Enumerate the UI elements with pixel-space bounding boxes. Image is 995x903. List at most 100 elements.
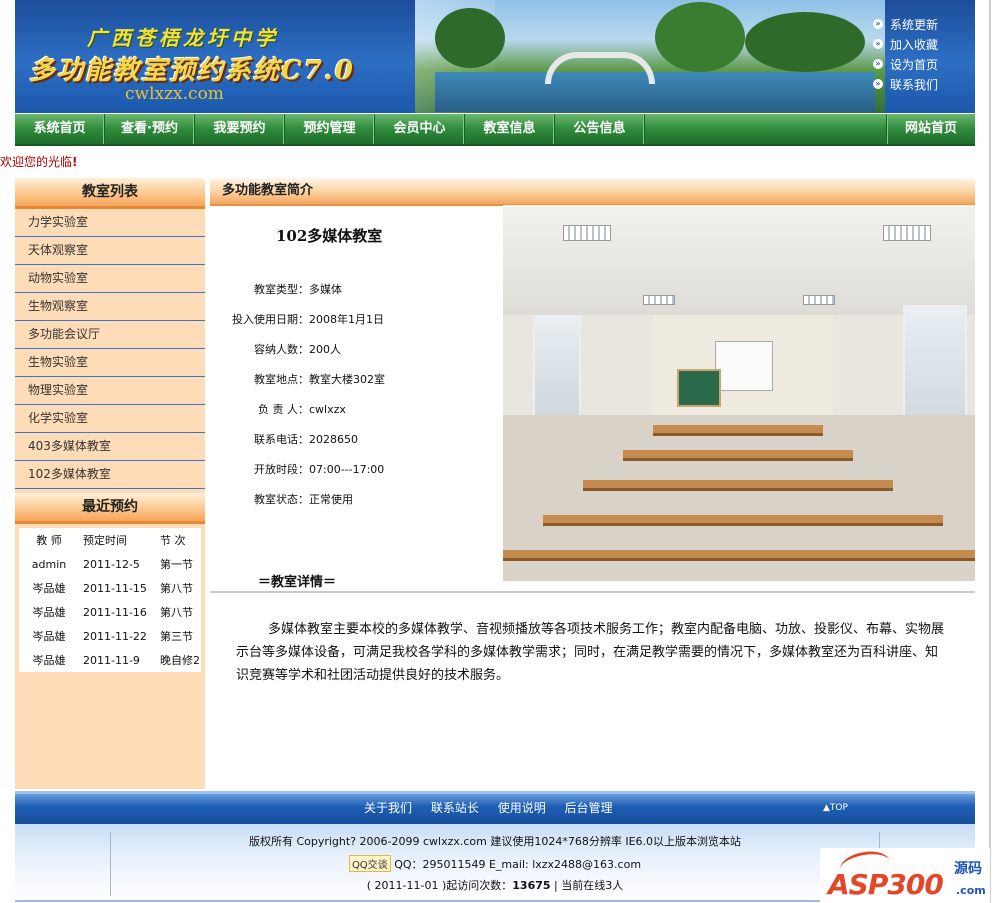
header-bridge [545, 52, 655, 84]
nav-item-room-info[interactable]: 教室信息 [465, 114, 555, 144]
footer-links: 关于我们 联系站长 使用说明 后台管理 [364, 794, 628, 822]
room-item[interactable]: 生物实验室 [15, 349, 205, 377]
watermark-cn: 源码 [954, 861, 982, 877]
nav-item-notices[interactable]: 公告信息 [555, 114, 645, 144]
room-item[interactable]: 生物观察室 [15, 293, 205, 321]
back-to-top-link[interactable]: ▲TOP [823, 794, 848, 822]
photo-desk [653, 425, 823, 436]
info-value: 2008年1月1日 [309, 313, 384, 326]
footer-link-admin[interactable]: 后台管理 [565, 801, 613, 815]
footer-links-bar: 关于我们 联系站长 使用说明 后台管理 ▲TOP [15, 791, 975, 824]
col-header: 节 次 [160, 534, 186, 547]
recent-bookings-header: 最近预约 [15, 493, 205, 524]
room-name: 102多媒体教室 [276, 227, 383, 245]
room-item[interactable]: 403多媒体教室 [15, 433, 205, 461]
footer-link-contact-admin[interactable]: 联系站长 [431, 801, 479, 815]
header-water [435, 72, 875, 112]
welcome-mark: ! [72, 155, 78, 169]
top-link-update[interactable]: » 系统更新 [873, 14, 973, 34]
booking-period: 晚自修2 [160, 654, 200, 667]
booking-period: 第一节 [160, 558, 193, 571]
arrow-circle-icon: » [873, 79, 883, 89]
top-link-label: 设为首页 [890, 57, 939, 72]
booking-date: 2011-12-5 [83, 557, 140, 571]
info-key: 联系电话： [254, 433, 309, 446]
info-row: 教室类型： 多媒体 [220, 280, 500, 310]
info-value: 教室大楼302室 [309, 373, 385, 386]
info-key: 教室地点： [254, 373, 309, 386]
tree-shape [435, 8, 505, 68]
booking-period: 第八节 [160, 606, 193, 619]
room-item[interactable]: 力学实验室 [15, 209, 205, 237]
table-row: 岑品雄 2011-11-15 第八节 [19, 576, 201, 600]
top-link-favorite[interactable]: » 加入收藏 [873, 34, 973, 54]
nav-item-booking-manage[interactable]: 预约管理 [285, 114, 375, 144]
table-row: 岑品雄 2011-11-22 第三节 [19, 624, 201, 648]
footer-link-help[interactable]: 使用说明 [498, 801, 546, 815]
welcome-text: 欢迎您的光临 [0, 155, 73, 169]
info-key: 负 责 人： [258, 403, 309, 416]
room-item[interactable]: 动物实验室 [15, 265, 205, 293]
top-link-homepage[interactable]: » 设为首页 [873, 54, 973, 74]
booking-teacher: 岑品雄 [32, 582, 66, 595]
info-value: 正常使用 [309, 493, 353, 506]
photo-light [643, 295, 675, 305]
arrow-circle-icon: » [873, 19, 883, 29]
photo-desk [583, 480, 893, 491]
top-link-label: 系统更新 [890, 17, 939, 32]
room-info-list: 教室类型： 多媒体 投入使用日期： 2008年1月1日 容纳人数： 200人 教室地点… [220, 280, 500, 520]
rooms-header: 教室列表 [15, 178, 205, 209]
top-link-contact[interactable]: » 联系我们 [873, 74, 973, 94]
nav-item-home[interactable]: 系统首页 [15, 114, 105, 144]
booking-date: 2011-11-22 [83, 629, 147, 643]
photo-desk [503, 550, 975, 561]
page-right-border [989, 0, 991, 903]
nav-item-website-home[interactable]: 网站首页 [886, 114, 975, 144]
info-row: 负 责 人： cwlxzx [220, 400, 500, 430]
content-panel: 多功能教室简介 102多媒体教室 教室类型： 多媒体 投入使用日期： 2008年1月… [210, 178, 975, 789]
site-header: 广西苍梧龙圩中学 多功能教室预约系统C7.0 cwlxzx.com » 系统更新 … [15, 0, 975, 113]
room-item[interactable]: 102多媒体教室 [15, 461, 205, 489]
footer-contact: QQ：295011549 E_mail: lxzx2488@163.com [394, 858, 642, 871]
booking-date: 2011-11-15 [83, 581, 147, 595]
watermark-domain: .com [956, 884, 986, 897]
footer-link-about[interactable]: 关于我们 [364, 801, 412, 815]
room-description: 多媒体教室主要本校的多媒体教学、音视频播放等各项技术服务工作；教室内配备电脑、功… [236, 622, 945, 683]
info-value: 多媒体 [309, 283, 342, 296]
top-link-label: 联系我们 [890, 77, 939, 92]
info-key: 容纳人数： [254, 343, 309, 356]
recent-bookings-table: 教 师 预定时间 节 次 admin 2011-12-5 第一节 岑品雄 201… [19, 528, 201, 672]
info-key: 投入使用日期： [232, 313, 309, 326]
photo-blackboard [677, 369, 721, 407]
page-wrapper: 广西苍梧龙圩中学 多功能教室预约系统C7.0 cwlxzx.com » 系统更新 … [0, 0, 975, 789]
booking-date: 2011-11-9 [83, 653, 140, 667]
tree-shape [655, 2, 745, 72]
main-area: 教室列表 力学实验室 天体观察室 动物实验室 生物观察室 多功能会议厅 生物实验… [15, 178, 975, 789]
nav-item-view-book[interactable]: 查看·预约 [105, 114, 195, 144]
info-value: cwlxzx [309, 403, 346, 416]
table-row: 岑品雄 2011-11-16 第八节 [19, 600, 201, 624]
room-item[interactable]: 多功能会议厅 [15, 321, 205, 349]
qq-chat-badge[interactable]: QQ交谈 [348, 855, 391, 872]
photo-ceiling [503, 205, 975, 315]
arrow-circle-icon: » [873, 39, 883, 49]
table-row: admin 2011-12-5 第一节 [19, 552, 201, 576]
info-row: 开放时段： 07:00---17:00 [220, 460, 500, 490]
info-row: 容纳人数： 200人 [220, 340, 500, 370]
nav-item-make-booking[interactable]: 我要预约 [195, 114, 285, 144]
booking-date: 2011-11-16 [83, 605, 147, 619]
nav-item-member-center[interactable]: 会员中心 [375, 114, 465, 144]
booking-teacher: admin [31, 557, 67, 571]
footer-copyright: 版权所有 Copyright? 2006-2099 cwlxzx.com 建议使… [248, 835, 742, 848]
top-links: » 系统更新 » 加入收藏 » 设为首页 » 联系我们 [873, 14, 973, 94]
photo-desk [543, 515, 943, 526]
photo-light [883, 225, 931, 241]
room-item[interactable]: 天体观察室 [15, 237, 205, 265]
photo-light [563, 225, 611, 241]
info-row: 投入使用日期： 2008年1月1日 [220, 310, 500, 340]
room-item[interactable]: 物理实验室 [15, 377, 205, 405]
room-item[interactable]: 化学实验室 [15, 405, 205, 433]
system-title: 多功能教室预约系统C7.0 [29, 56, 355, 86]
table-row: 岑品雄 2011-11-9 晚自修2 [19, 648, 201, 672]
stats-suffix: | 当前在线3人 [550, 879, 624, 892]
